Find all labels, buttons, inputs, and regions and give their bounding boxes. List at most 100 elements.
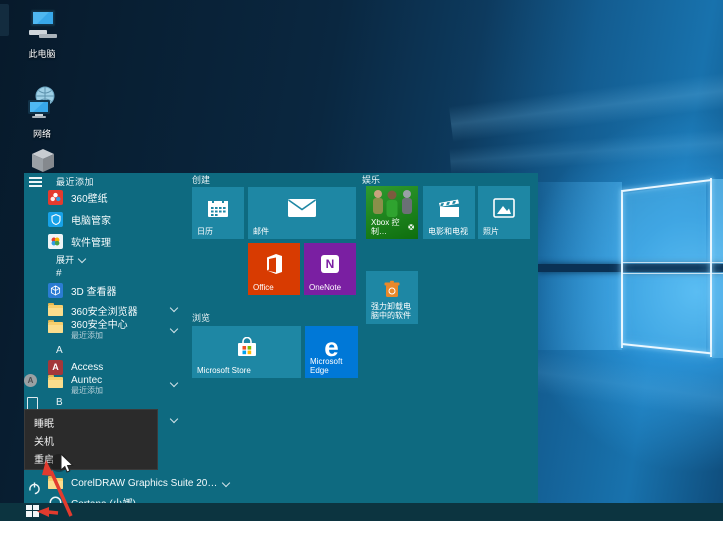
tile-microsoft-store[interactable]: Microsoft Store — [192, 326, 301, 378]
flyout-item-shutdown[interactable]: 关机 — [25, 431, 157, 450]
tile-microsoft-edge[interactable]: e Microsoft Edge — [305, 326, 358, 378]
app-item-label: Cortana (小娜) — [71, 495, 136, 504]
window-pane-top — [622, 182, 706, 264]
tile-onenote[interactable]: N OneNote — [304, 243, 356, 295]
folder-icon — [48, 303, 63, 318]
tile-label: 强力卸载电脑中的软件 — [371, 302, 414, 320]
360-wallpaper-icon — [48, 190, 63, 205]
store-bag-icon — [192, 332, 301, 362]
app-item-auntec[interactable]: Auntec 最近添加 — [48, 375, 103, 399]
app-item-sublabel: 最近添加 — [71, 331, 128, 340]
app-item-cortana[interactable]: Cortana (小娜) — [48, 492, 136, 503]
chevron-down-icon[interactable] — [170, 415, 178, 423]
power-icon — [28, 482, 41, 495]
tile-label: 日历 — [197, 227, 240, 236]
tile-label: 照片 — [483, 227, 526, 236]
flyout-item-label: 重启 — [34, 451, 54, 466]
power-button[interactable] — [28, 482, 41, 500]
tile-movies-tv[interactable]: 电影和电视 — [423, 186, 475, 239]
tile-label: Microsoft Store — [197, 366, 297, 375]
taskbar[interactable] — [0, 503, 723, 521]
app-item-360-security-center[interactable]: 360安全中心 最近添加 — [48, 320, 128, 344]
app-item-coreldraw[interactable]: CorelDRAW Graphics Suite 20… — [48, 473, 229, 493]
app-item-software-manager[interactable]: 软件管理 — [48, 231, 111, 251]
window-pane-bottom — [622, 272, 706, 353]
flyout-item-sleep[interactable]: 睡眠 — [25, 413, 157, 432]
app-item-360-wallpaper[interactable]: 360壁纸 — [48, 187, 108, 207]
windows-logo-icon — [26, 505, 32, 510]
partial-desktop-icon[interactable] — [0, 4, 9, 36]
expand-label: 展开 — [56, 253, 74, 266]
tile-label: Xbox 控制… — [371, 218, 406, 236]
app-item-3d-viewer[interactable]: 3D 查看器 — [48, 280, 117, 300]
section-header-a[interactable]: A — [56, 345, 63, 356]
uninstall-bin-icon — [366, 277, 418, 300]
app-item-access[interactable]: A Access — [48, 357, 103, 377]
app-item-360-browser[interactable]: 360安全浏览器 — [48, 300, 138, 320]
power-flyout-menu: 睡眠 关机 重启 — [24, 409, 158, 470]
folder-icon — [48, 476, 63, 491]
tile-label: Office — [253, 283, 296, 292]
window-edge-line — [621, 190, 623, 348]
desktop: 此电脑 网络 A — [0, 0, 723, 521]
window-pane-sliver-top — [712, 179, 723, 264]
folder-icon — [48, 320, 63, 335]
movies-tv-icon — [423, 192, 475, 223]
flyout-item-restart[interactable]: 重启 — [25, 449, 157, 468]
chevron-down-icon[interactable] — [170, 304, 178, 312]
chevron-down-icon — [222, 479, 230, 487]
group-header-entertainment[interactable]: 娱乐 — [362, 173, 380, 186]
chevron-down-icon — [78, 255, 86, 263]
app-item-label: CorelDRAW Graphics Suite 20… — [71, 478, 217, 489]
folder-icon — [48, 375, 63, 390]
tile-calendar[interactable]: 日历 — [192, 187, 244, 239]
app-item-label: Auntec — [71, 375, 103, 386]
access-icon: A — [48, 360, 63, 375]
app-item-label: 360安全浏览器 — [71, 303, 138, 318]
tile-office[interactable]: Office — [248, 243, 300, 295]
app-item-pc-manager[interactable]: 电脑管家 — [48, 209, 111, 229]
screenshot-canvas: 此电脑 网络 A — [0, 0, 723, 540]
desktop-icon-this-pc[interactable]: 此电脑 — [14, 8, 70, 60]
app-item-label: 电脑管家 — [71, 212, 111, 227]
flyout-item-label: 关机 — [34, 433, 54, 448]
section-header-b[interactable]: B — [56, 397, 63, 408]
group-header-create[interactable]: 创建 — [192, 173, 210, 186]
tile-mail[interactable]: 邮件 — [248, 187, 356, 239]
tile-label: Microsoft Edge — [310, 357, 354, 375]
onenote-icon: N — [304, 249, 356, 279]
flyout-item-label: 睡眠 — [34, 415, 54, 430]
group-header-browse[interactable]: 浏览 — [192, 311, 210, 324]
tile-xbox[interactable]: Xbox 控制… — [366, 186, 418, 239]
window-edge-line — [710, 178, 712, 357]
mail-icon — [248, 193, 356, 223]
desktop-icon-network[interactable]: 网络 — [14, 86, 70, 140]
network-icon — [24, 86, 60, 120]
app-item-label: 软件管理 — [71, 234, 111, 249]
app-item-label: Access — [71, 362, 103, 373]
desktop-icon-label: 网络 — [14, 127, 70, 140]
tile-force-uninstall[interactable]: 强力卸载电脑中的软件 — [366, 271, 418, 324]
user-avatar[interactable]: A — [24, 374, 37, 387]
app-item-label: 360安全中心 — [71, 320, 128, 331]
software-manager-pinwheel-icon — [48, 234, 63, 249]
office-icon — [248, 249, 300, 279]
cortana-icon — [48, 495, 63, 504]
menu-hamburger-button[interactable] — [29, 177, 42, 187]
start-button[interactable] — [26, 505, 40, 518]
box-icon — [28, 146, 58, 173]
xbox-ball-icon — [408, 223, 414, 231]
window-divider-band — [538, 264, 723, 272]
tile-label: 邮件 — [253, 227, 352, 236]
window-edge-line — [622, 273, 723, 274]
tile-photos[interactable]: 照片 — [478, 186, 530, 239]
chevron-down-icon[interactable] — [170, 379, 178, 387]
section-header-hash[interactable]: # — [56, 268, 62, 279]
app-item-label: 360壁纸 — [71, 190, 108, 205]
tile-label: OneNote — [309, 283, 352, 292]
chevron-down-icon[interactable] — [170, 325, 178, 333]
desktop-icon-label: 此电脑 — [14, 47, 70, 60]
pc-manager-shield-icon — [48, 212, 63, 227]
window-pane-sliver-bottom — [712, 272, 723, 358]
expand-list-button[interactable]: 展开 — [48, 252, 85, 266]
